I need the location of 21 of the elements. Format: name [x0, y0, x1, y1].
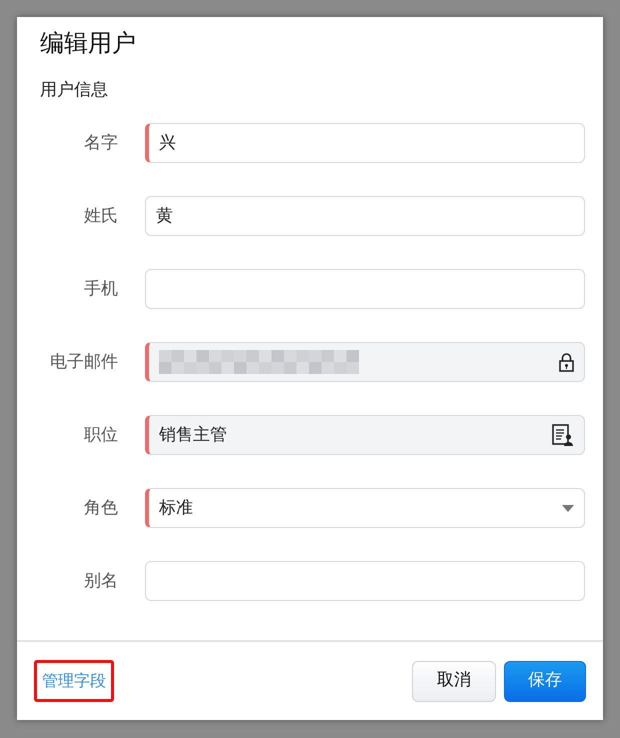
contact-card-icon [552, 424, 574, 446]
cancel-button[interactable]: 取消 [412, 660, 496, 702]
dialog-title: 编辑用户 [39, 28, 137, 58]
field-label: 姓氏 [83, 204, 118, 228]
input-field[interactable]: 黄 [145, 196, 585, 236]
field-label: 电子邮件 [49, 350, 118, 374]
input-field[interactable] [145, 561, 585, 602]
caret-icon [562, 504, 574, 512]
field-label: 角色 [83, 496, 118, 520]
input-field[interactable] [145, 342, 585, 382]
lock-icon [559, 352, 574, 372]
input-field[interactable] [145, 269, 585, 310]
field-label: 手机 [83, 278, 118, 301]
save-button[interactable]: 保存 [504, 660, 586, 702]
field-label: 别名 [83, 570, 118, 593]
input-field[interactable]: 兴 [145, 123, 585, 164]
role-select[interactable]: 标准 [145, 488, 585, 528]
input-field[interactable]: 销售主管 [145, 415, 585, 456]
field-label: 职位 [83, 424, 118, 447]
field-label: 名字 [83, 132, 118, 155]
section-title: 用户信息 [39, 78, 109, 102]
